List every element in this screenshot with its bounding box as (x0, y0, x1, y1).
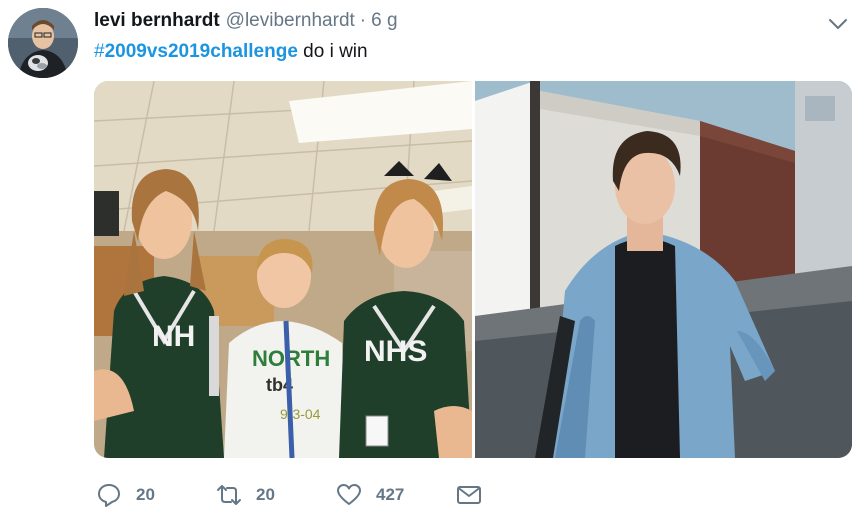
reply-icon (98, 484, 120, 507)
envelope-icon (457, 486, 481, 504)
tweet-card[interactable]: levi bernhardt @levibernhardt · 6 g #200… (0, 0, 863, 513)
photo-2009[interactable]: NH NORTH tb4 9-3-04 NHS (94, 81, 472, 458)
tweet-timestamp[interactable]: 6 g (371, 10, 397, 32)
like-button[interactable]: 427 (336, 482, 404, 508)
photo-2019[interactable] (475, 81, 852, 458)
chevron-down-icon[interactable] (826, 14, 850, 34)
heart-icon (337, 484, 361, 505)
header-separator: · (359, 10, 367, 31)
like-count: 427 (376, 485, 405, 504)
author-display-name[interactable]: levi bernhardt (94, 10, 220, 32)
svg-text:9-3-04: 9-3-04 (280, 406, 321, 422)
hashtag-link[interactable]: #2009vs2019challenge (94, 41, 298, 62)
svg-text:NORTH: NORTH (252, 346, 330, 371)
reply-count: 20 (136, 485, 155, 504)
author-avatar[interactable] (8, 8, 78, 78)
retweet-button[interactable]: 20 (216, 482, 275, 508)
retweet-count: 20 (256, 485, 275, 504)
tweet-actions: 20 20 427 (96, 482, 516, 508)
retweet-icon (217, 485, 241, 505)
media-grid: NH NORTH tb4 9-3-04 NHS (94, 81, 852, 458)
svg-text:NHS: NHS (364, 335, 427, 368)
reply-button[interactable]: 20 (96, 482, 155, 508)
hashtag-text: 2009vs2019challenge (104, 41, 298, 62)
direct-message-button[interactable] (456, 482, 482, 508)
svg-text:NH: NH (152, 320, 195, 353)
tweet-body-text: do i win (297, 41, 368, 62)
tweet-text: #2009vs2019challenge do i win (94, 40, 368, 64)
tweet-header: levi bernhardt @levibernhardt · 6 g (94, 10, 398, 34)
avatar-image (8, 8, 78, 78)
author-handle[interactable]: @levibernhardt (226, 10, 355, 32)
hashtag-symbol: # (94, 41, 105, 62)
